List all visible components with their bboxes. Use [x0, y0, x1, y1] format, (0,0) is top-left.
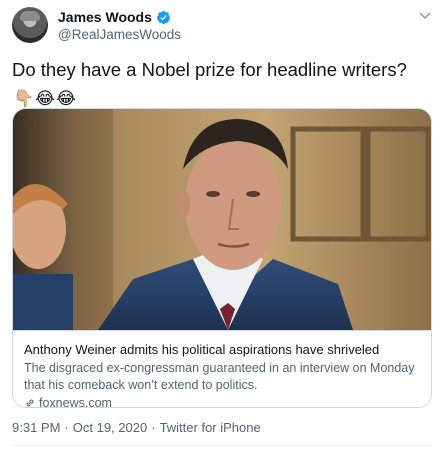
card-title[interactable]: Anthony Weiner admits his political aspi…: [24, 341, 422, 358]
display-name[interactable]: James Woods: [58, 9, 152, 25]
timestamp-row: 9:31 PM · Oct 19, 2020 · Twitter for iPh…: [12, 420, 261, 435]
tweet-source[interactable]: Twitter for iPhone: [160, 420, 261, 435]
separator-dot: ·: [64, 420, 69, 435]
tweet: James Woods @RealJamesWoods Do they have…: [0, 0, 444, 450]
avatar[interactable]: [12, 7, 48, 43]
verified-badge-icon: [156, 10, 170, 24]
more-options-icon[interactable]: [416, 6, 434, 24]
link-card[interactable]: Anthony Weiner admits his political aspi…: [12, 108, 432, 408]
card-description: The disgraced ex-congressman guaranteed …: [24, 361, 415, 392]
author-handle[interactable]: @RealJamesWoods: [58, 27, 181, 42]
card-domain-row: foxnews.com: [24, 396, 422, 408]
tweet-time[interactable]: 9:31 PM: [12, 420, 60, 435]
card-domain: foxnews.com: [39, 396, 112, 408]
tweet-date[interactable]: Oct 19, 2020: [73, 420, 147, 435]
divider: [12, 445, 432, 446]
tweet-text-body: Do they have a Nobel prize for headline …: [12, 59, 407, 80]
separator-dot: ·: [151, 420, 156, 435]
card-meta: Anthony Weiner admits his political aspi…: [13, 330, 431, 408]
author-name-row: James Woods: [58, 9, 171, 25]
link-icon: [26, 399, 34, 407]
news-photo-image[interactable]: [13, 109, 432, 330]
